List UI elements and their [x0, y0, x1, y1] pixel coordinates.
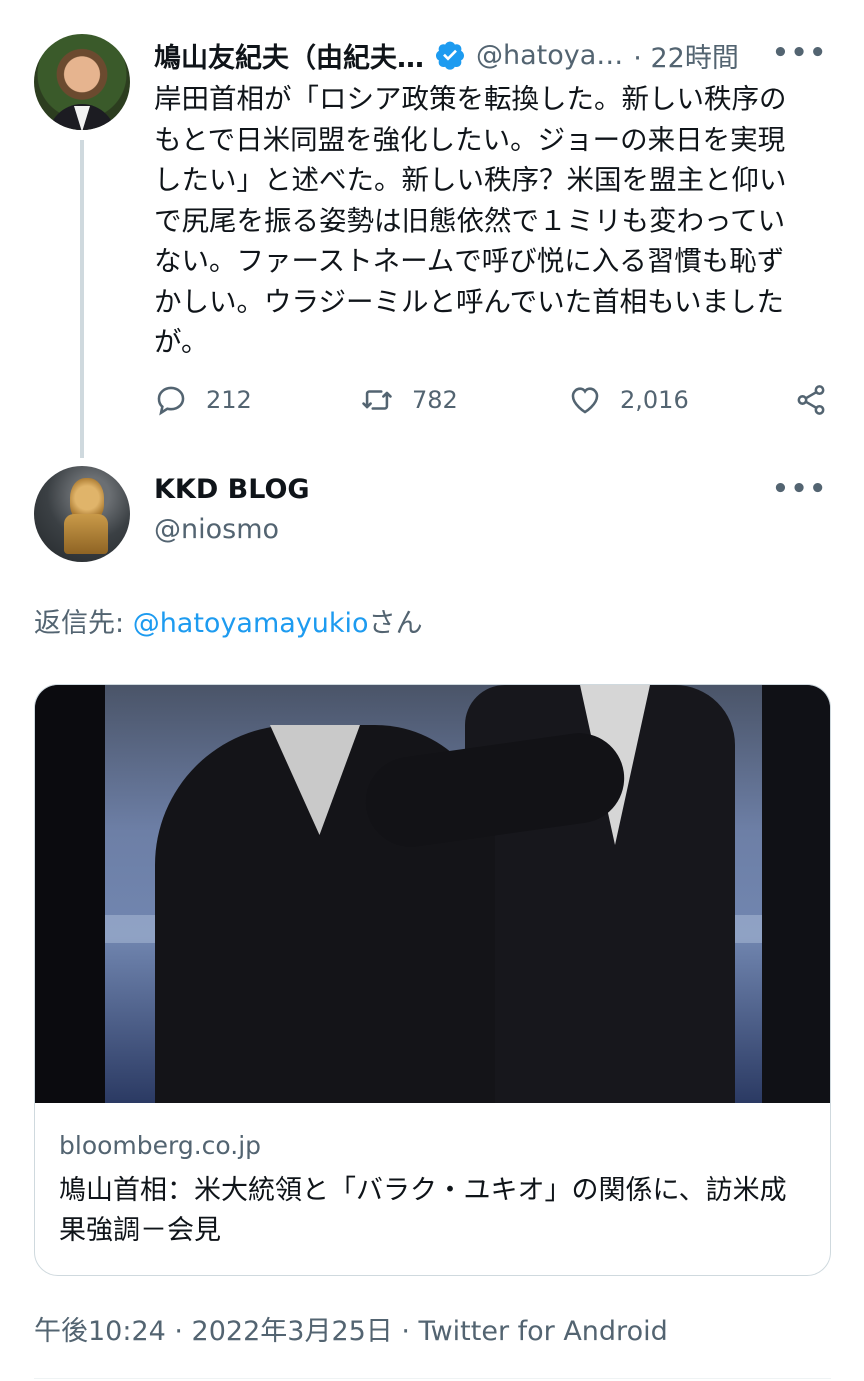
- tweet2-author-name[interactable]: KKD BLOG: [154, 474, 310, 505]
- reply-to-suffix: さん: [368, 608, 423, 639]
- reply-count: 212: [206, 386, 252, 414]
- tweet1-timestamp[interactable]: · 22時間: [633, 36, 739, 75]
- card-image: [35, 685, 830, 1103]
- reply-button[interactable]: 212: [154, 383, 252, 417]
- reply-icon: [157, 386, 185, 416]
- reply-mention-link[interactable]: @hatoyamayukio: [133, 608, 369, 639]
- reply-to-line: 返信先: @hatoyamayukioさん: [34, 601, 423, 640]
- retweet-count: 782: [412, 386, 458, 414]
- more-icon[interactable]: •••: [772, 38, 828, 68]
- link-card[interactable]: bloomberg.co.jp 鳩山首相：米大統領と「バラク・ユキオ」の関係に、…: [34, 684, 831, 1276]
- tweet2-meta[interactable]: 午後10:24 · 2022年3月25日 · Twitter for Andro…: [34, 1309, 668, 1348]
- more-icon[interactable]: •••: [772, 474, 828, 504]
- retweet-icon: [362, 390, 392, 410]
- card-title: 鳩山首相：米大統領と「バラク・ユキオ」の関係に、訪米成果強調－会見: [59, 1175, 787, 1246]
- tweet1-action-bar: 212 782 2,016: [154, 383, 834, 423]
- share-icon: [797, 385, 825, 415]
- avatar-kkd-blog[interactable]: [34, 466, 130, 562]
- tweet1-header: 鳩山友紀夫（由紀夫… @hatoya… · 22時間: [154, 36, 739, 74]
- tweet1-text: 岸田首相が「ロシア政策を転換した。新しい秩序の もとで日米同盟を強化したい。ジョ…: [154, 83, 787, 358]
- retweet-button[interactable]: 782: [360, 383, 458, 417]
- like-icon: [571, 387, 599, 414]
- share-button[interactable]: [794, 383, 846, 417]
- divider: [34, 1378, 831, 1379]
- thread-connector-line: [80, 140, 84, 458]
- verified-badge-icon: [436, 41, 464, 70]
- like-button[interactable]: 2,016: [568, 383, 689, 417]
- tweet1-handle[interactable]: @hatoya…: [476, 40, 623, 71]
- like-count: 2,016: [620, 386, 689, 414]
- avatar-hatoyama[interactable]: [34, 34, 130, 130]
- tweet1-author-name[interactable]: 鳩山友紀夫（由紀夫…: [154, 36, 424, 75]
- card-domain: bloomberg.co.jp: [59, 1131, 262, 1160]
- reply-to-prefix: 返信先:: [34, 608, 133, 639]
- tweet2-handle[interactable]: @niosmo: [154, 514, 279, 545]
